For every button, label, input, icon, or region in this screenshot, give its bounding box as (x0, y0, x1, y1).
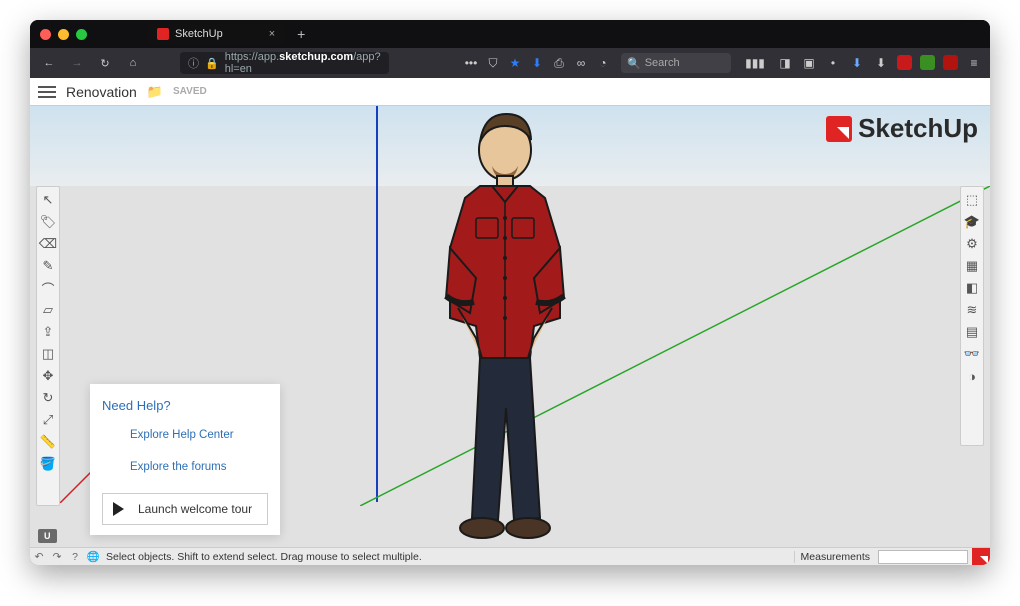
back-button[interactable]: ← (38, 52, 60, 74)
logo-text: SketchUp (858, 113, 978, 144)
measurements-input[interactable] (878, 550, 968, 564)
upgrade-button[interactable]: U (38, 529, 57, 543)
left-toolbar: ↖ 🏷 ⌫ ✎ ⌒ ▱ ⇪ ◫ ✥ ↻ ⤢ 📏 🪣 (36, 186, 60, 506)
ext-abp-icon[interactable] (897, 55, 912, 70)
sidebar-icon[interactable]: ◨ (777, 55, 793, 71)
tab-title: SketchUp (175, 28, 223, 40)
tool-eraser[interactable]: ⌫ (38, 233, 58, 255)
play-icon (113, 502, 124, 516)
tool-pencil[interactable]: ✎ (38, 255, 58, 277)
url-text: https://app.sketchup.com/app?hl=en (225, 51, 381, 75)
panel-styles[interactable]: ◧ (962, 277, 982, 299)
tool-tape[interactable]: 📏 (38, 431, 58, 453)
tool-arc[interactable]: ⌒ (38, 277, 58, 299)
status-logo-icon[interactable] (972, 548, 990, 566)
folder-icon[interactable]: 📁 (147, 84, 163, 100)
library-icon[interactable]: ▮▮▮ (747, 55, 763, 71)
panel-entity[interactable]: ⬚ (962, 189, 982, 211)
browser-tab[interactable]: SketchUp × (147, 24, 285, 44)
tool-scale[interactable]: ⤢ (38, 409, 58, 431)
app-menu-button[interactable] (38, 86, 56, 98)
help-panel: Need Help? Explore Help Center Explore t… (90, 384, 280, 535)
sketchup-logo: SketchUp (826, 113, 978, 144)
shield-icon[interactable]: ⛉ (485, 55, 501, 71)
window-close-button[interactable] (40, 29, 51, 40)
panel-display[interactable]: 👓 (962, 343, 982, 365)
loop-icon[interactable]: ∞ (573, 55, 589, 71)
container-icon[interactable]: ▣ (801, 55, 817, 71)
browser-menu-button[interactable]: ≡ (966, 55, 982, 71)
browser-search[interactable]: 🔍 Search (621, 53, 731, 73)
save-status: SAVED (173, 86, 207, 97)
tool-shape[interactable]: ▱ (38, 299, 58, 321)
tool-paint[interactable]: 🪣 (38, 453, 58, 475)
logo-mark-icon (826, 116, 852, 142)
search-placeholder: Search (645, 57, 680, 69)
lock-icon: 🔒 (205, 57, 219, 70)
help-heading: Need Help? (102, 398, 268, 413)
panel-components[interactable]: ⚙ (962, 233, 982, 255)
file-title: Renovation (66, 84, 137, 100)
tab-close-button[interactable]: × (269, 28, 275, 40)
right-panels: ⬚ 🎓 ⚙ ▦ ◧ ≋ ▤ 👓 ◑ (960, 186, 984, 446)
reader-icon[interactable]: ••• (463, 55, 479, 71)
window-minimize-button[interactable] (58, 29, 69, 40)
browser-toolbar: ← → ↻ ⌂ ⓘ 🔒 https://app.sketchup.com/app… (30, 48, 990, 78)
home-button[interactable]: ⌂ (122, 52, 144, 74)
bookmark-star-icon[interactable]: ★ (507, 55, 523, 71)
forward-button[interactable]: → (66, 52, 88, 74)
tool-select[interactable]: ↖ (38, 189, 58, 211)
panel-layers[interactable]: ≋ (962, 299, 982, 321)
info-icon: ⓘ (188, 55, 199, 71)
search-icon: 🔍 (627, 57, 641, 70)
tool-offset[interactable]: ◫ (38, 343, 58, 365)
panel-scenes[interactable]: ▤ (962, 321, 982, 343)
status-hint: Select objects. Shift to extend select. … (106, 551, 422, 563)
panel-materials[interactable]: ▦ (962, 255, 982, 277)
ext-dot-icon[interactable]: • (825, 55, 841, 71)
print-icon[interactable]: ⎙ (551, 55, 567, 71)
sketchup-app: Renovation 📁 SAVED SketchUp ↖ 🏷 ⌫ ✎ ⌒ ▱ … (30, 78, 990, 565)
scale-figure (420, 108, 590, 548)
help-center-link[interactable]: Explore Help Center (130, 429, 268, 441)
browser-tabbar: SketchUp × + (30, 20, 990, 48)
download-icon[interactable]: ⬇ (529, 55, 545, 71)
redo-button[interactable]: ↷ (48, 551, 66, 563)
panel-instructor[interactable]: 🎓 (962, 211, 982, 233)
tool-pushpull[interactable]: ⇪ (38, 321, 58, 343)
tour-label: Launch welcome tour (138, 502, 252, 516)
reload-button[interactable]: ↻ (94, 52, 116, 74)
panel-soft[interactable]: ◑ (962, 365, 982, 387)
app-header: Renovation 📁 SAVED (30, 78, 990, 106)
address-bar[interactable]: ⓘ 🔒 https://app.sketchup.com/app?hl=en (180, 52, 389, 74)
tab-favicon-icon (157, 28, 169, 40)
tool-move[interactable]: ✥ (38, 365, 58, 387)
ext-down-icon[interactable]: ⬇ (873, 55, 889, 71)
measurements-label: Measurements (794, 551, 876, 563)
launch-tour-button[interactable]: Launch welcome tour (102, 493, 268, 525)
tool-tag[interactable]: 🏷 (38, 211, 58, 233)
ext-arrow-icon[interactable]: ⬇ (849, 55, 865, 71)
ext-pdf-icon[interactable] (943, 55, 958, 70)
ext-green-icon[interactable] (920, 55, 935, 70)
tool-rotate[interactable]: ↻ (38, 387, 58, 409)
undo-button[interactable]: ↶ (30, 551, 48, 563)
clock-icon[interactable]: ◔ (595, 55, 611, 71)
window-zoom-button[interactable] (76, 29, 87, 40)
help-forums-link[interactable]: Explore the forums (130, 461, 268, 473)
language-button[interactable]: 🌐 (84, 550, 102, 563)
status-bar: ↶ ↷ ? 🌐 Select objects. Shift to extend … (30, 547, 990, 565)
new-tab-button[interactable]: + (297, 26, 305, 42)
help-button[interactable]: ? (66, 551, 84, 563)
